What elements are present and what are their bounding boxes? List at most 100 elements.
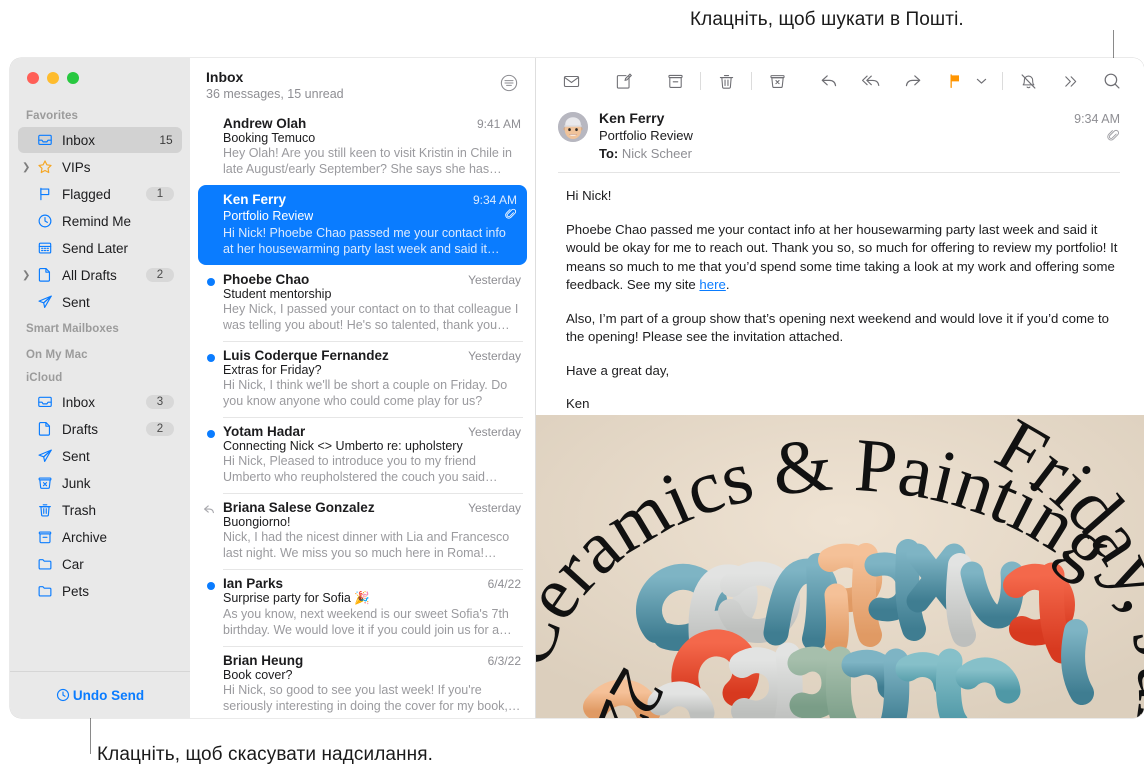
sidebar-item-inbox[interactable]: Inbox 3	[18, 389, 182, 415]
folder-icon	[35, 583, 55, 599]
message-subject: Buongiorno!	[223, 515, 291, 529]
sidebar-item-label: Sent	[62, 448, 90, 464]
message-preview: Hi Nick! Phoebe Chao passed me your cont…	[223, 226, 506, 256]
body-greeting: Hi Nick!	[566, 188, 612, 203]
site-link[interactable]: here	[699, 277, 725, 292]
sidebar-section-header: Smart Mailboxes	[26, 323, 119, 335]
message-row[interactable]: Andrew Olah 9:41 AM Booking Temuco Hey O…	[190, 109, 535, 185]
more-icon[interactable]	[1055, 67, 1085, 95]
sidebar-item-archive[interactable]: Archive	[18, 524, 182, 550]
sidebar-item-inbox[interactable]: Inbox 15	[18, 127, 182, 153]
sidebar-item-trash[interactable]: Trash	[18, 497, 182, 523]
mail-window: Favorites Inbox 15 ❯ VIPs Flagged 1 Remi…	[10, 58, 1144, 718]
sidebar-item-drafts[interactable]: Drafts 2	[18, 416, 182, 442]
message-row[interactable]: Phoebe Chao Yesterday Student mentorship…	[190, 265, 535, 341]
sidebar-item-car[interactable]: Car	[18, 551, 182, 577]
replied-icon	[203, 503, 216, 521]
message-sender: Luis Coderque Fernandez	[223, 348, 389, 363]
sidebar-item-sent[interactable]: Sent	[18, 443, 182, 469]
sidebar-item-all-drafts[interactable]: ❯ All Drafts 2	[18, 262, 182, 288]
sidebar-item-label: VIPs	[62, 159, 91, 175]
zoom-button[interactable]	[67, 72, 79, 84]
toolbar-separator-1	[700, 72, 701, 90]
inbox-icon	[35, 394, 55, 410]
forward-icon[interactable]	[898, 67, 928, 95]
sidebar-item-badge: 2	[146, 268, 174, 282]
junk-icon[interactable]	[762, 67, 792, 95]
message-preview: As you know, next weekend is our sweet S…	[223, 607, 512, 637]
sidebar-item-badge: 1	[146, 187, 174, 201]
message-subject: Portfolio Review	[599, 128, 693, 143]
message-date: 6/4/22	[487, 577, 521, 591]
close-button[interactable]	[27, 72, 39, 84]
message-sender: Andrew Olah	[223, 116, 307, 131]
message-subject: Extras for Friday?	[223, 363, 322, 377]
message-sender: Ian Parks	[223, 576, 284, 591]
chevron-right-icon[interactable]: ❯	[22, 270, 35, 281]
chevron-down-icon[interactable]	[970, 67, 992, 95]
sidebar-item-label: Car	[62, 556, 84, 572]
message-row[interactable]: Brian Heung 6/3/22 Book cover? Hi Nick, …	[190, 646, 535, 718]
reply-icon[interactable]	[814, 67, 844, 95]
sidebar-item-sent[interactable]: Sent	[18, 289, 182, 315]
sidebar-item-pets[interactable]: Pets	[18, 578, 182, 604]
mark-unread-icon[interactable]	[556, 67, 586, 95]
sidebar-item-label: Inbox	[62, 394, 96, 410]
message-subject: Portfolio Review	[223, 209, 314, 223]
sidebar-item-send-later[interactable]: Send Later	[18, 235, 182, 261]
message-row[interactable]: Yotam Hadar Yesterday Connecting Nick <>…	[190, 417, 535, 493]
reply-all-icon[interactable]	[856, 67, 886, 95]
message-row[interactable]: Ian Parks 6/4/22 Surprise party for Sofi…	[190, 569, 535, 646]
sidebar: Favorites Inbox 15 ❯ VIPs Flagged 1 Remi…	[10, 58, 190, 718]
archive-icon[interactable]	[660, 67, 690, 95]
filter-icon[interactable]	[497, 71, 521, 95]
chevron-right-icon[interactable]: ❯	[22, 162, 35, 173]
message-preview: Hey Nick, I passed your contact on to th…	[223, 302, 519, 332]
message-subject: Connecting Nick <> Umberto re: upholster…	[223, 439, 463, 453]
folder-icon	[35, 556, 55, 572]
calendar-icon	[35, 240, 55, 256]
message-date: 9:41 AM	[476, 117, 521, 131]
sidebar-item-junk[interactable]: Junk	[18, 470, 182, 496]
message-row[interactable]: Luis Coderque Fernandez Yesterday Extras…	[190, 341, 535, 417]
message-header: Ken Ferry 9:34 AM Portfolio Review To: N…	[536, 104, 1144, 173]
document-icon	[35, 421, 55, 437]
toolbar-separator-3	[1002, 72, 1003, 90]
undo-send-bar[interactable]: Undo Send	[10, 671, 190, 718]
body-p1-text: Phoebe Chao passed me your contact info …	[566, 221, 1118, 293]
sidebar-item-remind-me[interactable]: Remind Me	[18, 208, 182, 234]
message-list-header: Inbox 36 messages, 15 unread	[190, 58, 535, 109]
callout-search-text: Клацніть, щоб шукати в Пошті.	[690, 9, 964, 30]
message-subject: Booking Temuco	[223, 131, 316, 145]
sidebar-item-flagged[interactable]: Flagged 1	[18, 181, 182, 207]
minimize-button[interactable]	[47, 72, 59, 84]
flag-icon[interactable]	[940, 67, 970, 95]
message-date: Yesterday	[468, 501, 521, 515]
sidebar-item-label: Archive	[62, 529, 108, 545]
header-divider	[558, 172, 1120, 173]
compose-icon[interactable]	[608, 67, 638, 95]
unread-dot-icon	[207, 430, 215, 438]
message-toolbar	[536, 58, 1144, 104]
message-time: 9:34 AM	[1074, 112, 1120, 126]
message-row[interactable]: Briana Salese Gonzalez Yesterday Buongio…	[190, 493, 535, 569]
search-icon[interactable]	[1097, 67, 1127, 95]
sender-name: Ken Ferry	[599, 110, 665, 126]
sidebar-item-label: Drafts	[62, 421, 99, 437]
message-sender: Yotam Hadar	[223, 424, 306, 439]
callout-undo-line	[90, 718, 91, 754]
mute-icon[interactable]	[1013, 67, 1043, 95]
message-row[interactable]: Ken Ferry 9:34 AM Portfolio Review Hi Ni…	[198, 185, 527, 265]
body-paragraph-2: Also, I’m part of a group show that’s op…	[566, 310, 1109, 345]
undo-send-icon	[56, 688, 70, 702]
unread-dot-icon	[207, 278, 215, 286]
message-preview: Nick, I had the nicest dinner with Lia a…	[223, 530, 510, 560]
attachment-poster[interactable]: FRANKLIN SUMMER RESIDENCY	[536, 415, 1144, 718]
message-date: 6/3/22	[487, 654, 521, 668]
paperclip-icon[interactable]	[1107, 129, 1120, 142]
message-preview: Hi Nick, Pleased to introduce you to my …	[223, 454, 498, 484]
sidebar-item-vips[interactable]: ❯ VIPs	[18, 154, 182, 180]
sidebar-list: Favorites Inbox 15 ❯ VIPs Flagged 1 Remi…	[10, 84, 190, 671]
body-signature: Ken	[566, 396, 590, 411]
trash-icon[interactable]	[711, 67, 741, 95]
